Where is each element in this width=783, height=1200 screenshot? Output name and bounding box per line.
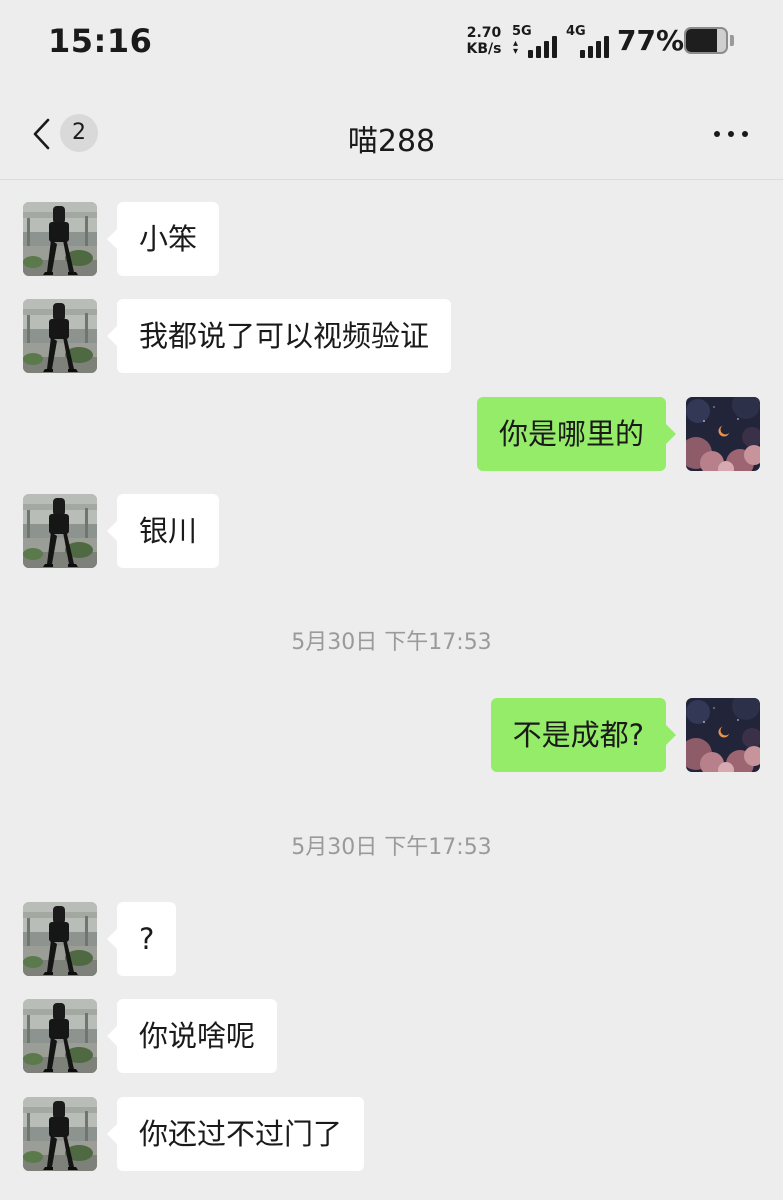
contact-avatar[interactable]: [23, 494, 97, 568]
battery-percentage: 77%: [617, 24, 685, 57]
message-row: 小笨: [0, 202, 783, 278]
message-row: 我都说了可以视频验证: [0, 299, 783, 375]
incoming-message-bubble[interactable]: 银川: [106, 494, 220, 568]
battery-icon: [684, 27, 728, 54]
message-row: 你还过不过门了: [0, 1097, 783, 1173]
outgoing-message-bubble[interactable]: 不是成都?: [490, 698, 677, 772]
5g-signal-icon: 5G ▴ ▾: [512, 22, 560, 58]
status-bar: 15:16 2.70 KB/s 5G ▴ ▾ 4G 77%: [0, 0, 783, 84]
contact-avatar[interactable]: [23, 202, 97, 276]
contact-avatar[interactable]: [23, 999, 97, 1073]
message-row: 你是哪里的: [0, 397, 783, 473]
self-avatar[interactable]: [686, 698, 760, 772]
battery-cap: [730, 35, 734, 46]
signal-bars-icon: [576, 34, 610, 58]
incoming-message-bubble[interactable]: 你还过不过门了: [106, 1097, 365, 1171]
chat-title: 喵288: [347, 124, 436, 159]
self-avatar[interactable]: [686, 397, 760, 471]
network-speed-value: 2.70: [466, 25, 502, 41]
message-timestamp: 5月30日 下午17:53: [291, 630, 492, 655]
message-row: 不是成都?: [0, 698, 783, 774]
message-row: ?: [0, 902, 783, 978]
contact-avatar[interactable]: [23, 902, 97, 976]
more-icon[interactable]: [706, 122, 750, 146]
status-time: 15:16: [48, 22, 153, 60]
chat-header: 2 喵288: [0, 84, 783, 180]
incoming-message-bubble[interactable]: 小笨: [106, 202, 220, 276]
battery-level: [686, 29, 717, 52]
signal-bars-icon: [524, 34, 558, 58]
incoming-message-bubble[interactable]: 你说啥呢: [106, 999, 278, 1073]
contact-avatar[interactable]: [23, 1097, 97, 1171]
outgoing-message-bubble[interactable]: 你是哪里的: [476, 397, 677, 471]
message-timestamp: 5月30日 下午17:53: [291, 835, 492, 860]
message-row: 你说啥呢: [0, 999, 783, 1075]
data-arrows-icon: ▴ ▾: [513, 38, 519, 57]
message-row: 银川: [0, 494, 783, 570]
incoming-message-bubble[interactable]: ?: [106, 902, 177, 976]
network-speed: 2.70 KB/s: [464, 25, 504, 57]
incoming-message-bubble[interactable]: 我都说了可以视频验证: [106, 299, 452, 373]
contact-avatar[interactable]: [23, 299, 97, 373]
network-speed-unit: KB/s: [466, 41, 502, 57]
4g-signal-icon: 4G: [566, 22, 612, 58]
